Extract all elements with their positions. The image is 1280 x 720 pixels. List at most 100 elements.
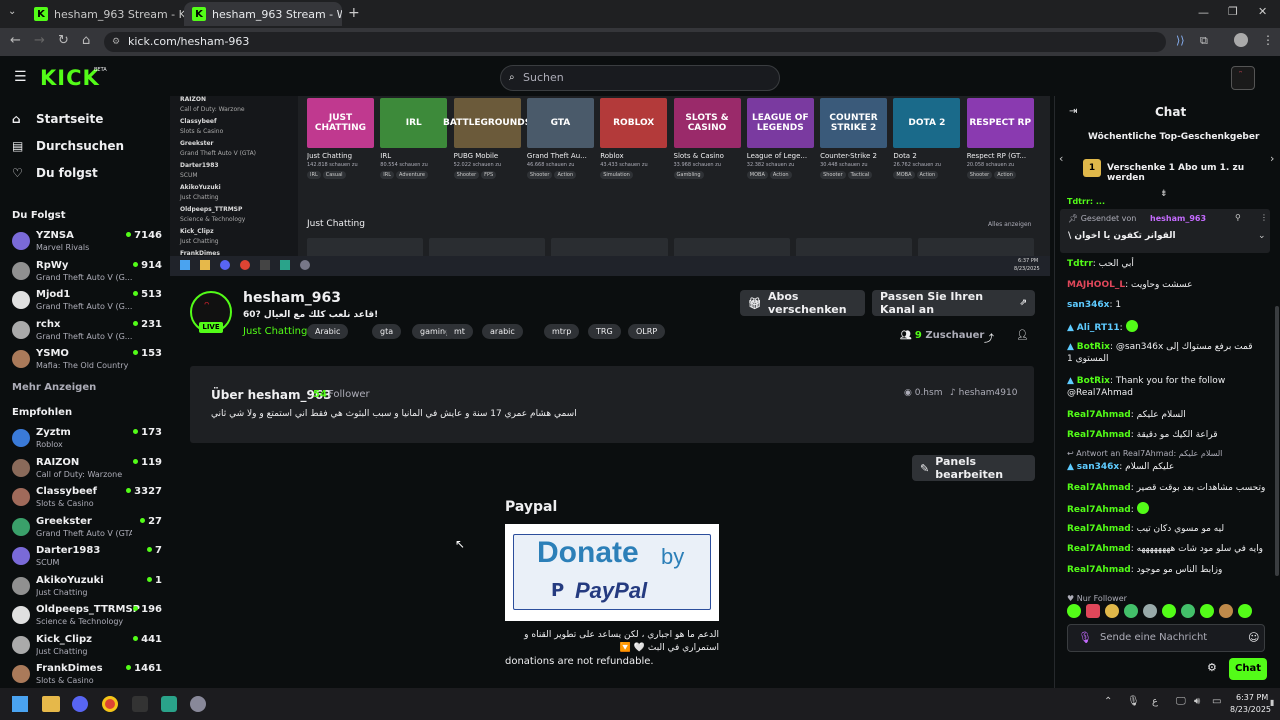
chrome-icon[interactable] — [102, 696, 118, 712]
stream-tag[interactable]: OLRP — [628, 324, 666, 339]
chat-username[interactable]: Ali_RT11 — [1077, 323, 1120, 333]
sidebar-channel[interactable]: RAIZON Call of Duty: Warzone 119 — [12, 456, 162, 482]
edit-panels-button[interactable]: ✎ Panels bearbeiten — [912, 455, 1035, 481]
mic-tray-icon[interactable]: 🎙︎ — [1127, 696, 1140, 707]
chat-username[interactable]: BotRix — [1077, 376, 1110, 386]
gift-subs-button[interactable]: 🎁︎ Abos verschenken — [740, 290, 865, 316]
hamburger-menu-icon[interactable]: ☰ — [14, 69, 27, 85]
social-tiktok[interactable]: ♪ hesham4910 — [950, 388, 1017, 398]
sidebar-channel[interactable]: Zyztm Roblox 173 — [12, 426, 162, 452]
extension-icon[interactable]: ⟩⟩ — [1176, 34, 1185, 47]
tray-chevron-icon[interactable]: ⌃ — [1104, 696, 1112, 707]
nav-startseite[interactable]: ⌂ Startseite — [12, 112, 103, 126]
chat-username[interactable]: Real7Ahmad — [1067, 410, 1131, 420]
tab-search-icon[interactable]: ⌄ — [8, 6, 16, 17]
chat-username[interactable]: san346x — [1077, 462, 1119, 472]
site-info-icon[interactable]: ⚙ — [112, 32, 120, 52]
expand-icon[interactable]: ⌄ — [1258, 231, 1266, 241]
paypal-donate-image[interactable]: Donate by P PayPal — [505, 524, 719, 621]
window-close-icon[interactable]: ✕ — [1258, 5, 1267, 18]
gift-prompt[interactable]: Verschenke 1 Abo um 1. zu werden — [1107, 163, 1280, 183]
sidebar-channel[interactable]: YZNSA Marvel Rivals 7146 — [12, 229, 162, 255]
emote-icon[interactable] — [1219, 604, 1233, 618]
notification-icon[interactable]: ▮ — [1270, 698, 1274, 707]
language-icon[interactable]: ع — [1152, 696, 1158, 707]
stream-tag[interactable]: Arabic — [307, 324, 349, 339]
chat-username[interactable]: Real7Ahmad — [1067, 565, 1131, 575]
stream-tag[interactable]: TRG — [588, 324, 621, 339]
taskbar-clock[interactable]: 6:37 PM — [1236, 693, 1268, 702]
user-options-icon[interactable]: 👤︎ — [1016, 330, 1029, 341]
emote-icon[interactable] — [1162, 604, 1176, 618]
settings-icon[interactable] — [190, 696, 206, 712]
search-input[interactable]: ⌕ Suchen — [500, 65, 780, 91]
sidebar-channel[interactable]: Oldpeeps_TTRMSP Science & Technology 196 — [12, 603, 162, 629]
customize-channel-button[interactable]: Passen Sie Ihren Kanal an ⇗ — [872, 290, 1035, 316]
stream-tag[interactable]: arabic — [482, 324, 523, 339]
battery-icon[interactable]: ▭ — [1212, 696, 1221, 707]
new-tab-icon[interactable]: + — [348, 5, 360, 21]
stream-tag[interactable]: mtrp — [544, 324, 580, 339]
stream-tag[interactable]: gta — [372, 324, 402, 339]
social-discord[interactable]: ◉ 0.hsm — [904, 388, 942, 398]
profile-avatar-icon[interactable] — [1234, 33, 1248, 47]
file-explorer-icon[interactable] — [42, 696, 60, 712]
pin-toggle-icon[interactable]: ⇟ — [1160, 189, 1168, 199]
browser-tab-dashboard[interactable]: K hesham_963 Stream - Kick Dash ✕ — [26, 2, 184, 26]
user-avatar[interactable]: ᵔ — [1231, 66, 1255, 90]
sidebar-channel[interactable]: YSMO Mafia: The Old Country 153 — [12, 347, 162, 373]
chat-username[interactable]: Tdtrr — [1067, 259, 1093, 269]
sidebar-channel[interactable]: FrankDimes Slots & Casino 1461 — [12, 662, 162, 688]
windows-start-icon[interactable] — [12, 696, 28, 712]
streamer-name[interactable]: hesham_963 — [243, 290, 341, 306]
emoji-picker-icon[interactable]: ☺ — [1248, 625, 1259, 651]
sidebar-channel[interactable]: Greekster Grand Theft Auto V (GTA) 27 — [12, 515, 162, 541]
reload-icon[interactable]: ↻ — [58, 33, 69, 48]
chat-username[interactable]: Real7Ahmad — [1067, 505, 1131, 515]
chat-username[interactable]: Real7Ahmad — [1067, 524, 1131, 534]
kick-logo[interactable]: KICK — [40, 66, 100, 90]
sidebar-channel[interactable]: Darter1983 SCUM 7 — [12, 544, 162, 570]
emote-icon[interactable] — [1238, 604, 1252, 618]
capcut-icon[interactable] — [132, 696, 148, 712]
emote-icon[interactable] — [1067, 604, 1081, 618]
emote-icon[interactable] — [1200, 604, 1214, 618]
volume-icon[interactable]: 🔊︎ — [1194, 696, 1200, 707]
network-icon[interactable]: 🖵︎ — [1176, 696, 1186, 707]
chat-settings-icon[interactable]: ⚙ — [1207, 661, 1217, 674]
stream-category[interactable]: Just Chatting — [243, 326, 307, 337]
emote-icon[interactable] — [1105, 604, 1119, 618]
chat-username[interactable]: BotRix — [1077, 342, 1110, 352]
pin-icon[interactable]: ⚲ — [1235, 213, 1241, 222]
chat-username[interactable]: MAJHOOL_L — [1067, 280, 1125, 290]
sidebar-channel[interactable]: Classybeef Slots & Casino 3327 — [12, 485, 162, 511]
address-bar[interactable]: ⚙ kick.com/hesham-963 — [104, 32, 1166, 52]
minimize-icon[interactable]: — — [1198, 6, 1209, 19]
more-options-icon[interactable]: ⋮ — [1260, 213, 1268, 222]
show-more-link[interactable]: Mehr Anzeigen — [12, 382, 96, 393]
microphone-icon[interactable]: 🎙︎ — [1078, 625, 1092, 651]
chat-message-input[interactable]: 🎙︎ Sende eine Nachricht ☺ — [1067, 624, 1265, 652]
home-button-icon[interactable]: ⌂ — [82, 33, 90, 48]
share-icon[interactable]: ⤴ — [984, 330, 994, 345]
sidebar-channel[interactable]: Mjod1 Grand Theft Auto V (G... 513 — [12, 288, 162, 314]
collapse-chat-icon[interactable]: ⇥ — [1069, 106, 1077, 117]
chat-username[interactable]: san346x — [1067, 300, 1109, 310]
browser-tab-watch[interactable]: K hesham_963 Stream - Watch Li... ✕ — [184, 2, 342, 26]
back-icon[interactable]: ← — [10, 33, 21, 48]
emote-icon[interactable] — [1181, 604, 1195, 618]
extensions-puzzle-icon[interactable]: ⧉ — [1200, 34, 1208, 48]
emote-icon[interactable] — [1124, 604, 1138, 618]
video-player[interactable]: RAIZON Call of Duty: Warzone Classybeef … — [170, 96, 1050, 276]
app-icon[interactable] — [161, 696, 177, 712]
taskbar-date[interactable]: 8/23/2025 — [1230, 705, 1271, 714]
nav-du-folgst[interactable]: ♡ Du folgst — [12, 166, 98, 180]
chevron-left-icon[interactable]: ‹ — [1059, 152, 1063, 165]
send-chat-button[interactable]: Chat — [1229, 658, 1267, 680]
maximize-icon[interactable]: ❐ — [1228, 5, 1238, 18]
chat-username[interactable]: Real7Ahmad — [1067, 430, 1131, 440]
browser-menu-icon[interactable]: ⋮ — [1262, 33, 1274, 47]
chat-username[interactable]: Real7Ahmad — [1067, 483, 1131, 493]
forward-icon[interactable]: → — [34, 33, 45, 48]
chat-scrollbar[interactable] — [1275, 306, 1279, 576]
